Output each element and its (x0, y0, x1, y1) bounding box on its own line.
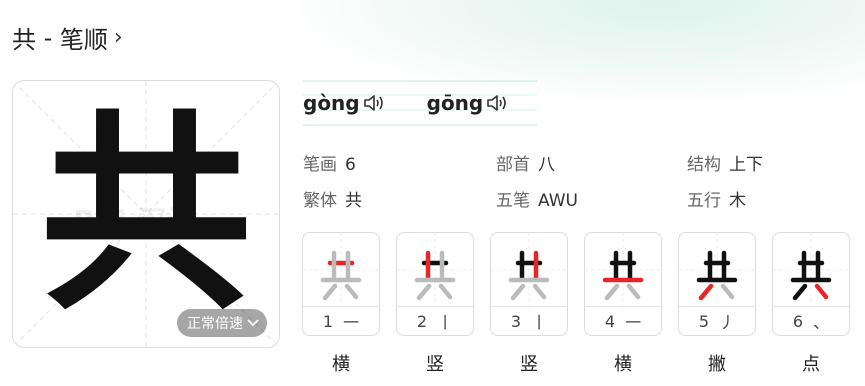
stroke-step: 4一横 (584, 232, 662, 376)
info-value: 八 (538, 155, 555, 175)
stroke-grid (585, 233, 661, 307)
stroke-symbol: 、 (813, 313, 830, 332)
stroke-card[interactable]: 6、 (772, 232, 850, 336)
stroke-name: 竖 (426, 354, 444, 375)
large-character: 共 (40, 89, 252, 338)
info-strokes: 笔画 6 (303, 150, 356, 175)
stroke-card[interactable]: 3丨 (490, 232, 568, 336)
stroke-number: 4 (604, 311, 616, 331)
info-structure: 结构 上下 (687, 150, 763, 175)
stroke-step: 5丿撇 (678, 232, 756, 376)
stroke-number: 3 (510, 311, 522, 331)
info-radical: 部首八 (496, 150, 555, 175)
stroke-card-footer: 1一 (303, 306, 379, 335)
stroke-number: 5 (698, 311, 710, 331)
stroke-card-footer: 6、 (773, 306, 849, 335)
info-value: 木 (729, 191, 746, 211)
info-label: 结构 (687, 155, 721, 175)
pinyin-item[interactable]: gòng (303, 91, 387, 115)
stroke-animation-box[interactable]: Bai 汉语 共 正常倍速 (12, 80, 280, 348)
playback-speed-button[interactable]: 正常倍速 (177, 309, 267, 337)
stroke-step: 3丨竖 (490, 232, 568, 376)
stroke-step: 2丨竖 (396, 232, 474, 376)
pinyin-item[interactable]: gōng (427, 91, 511, 115)
stroke-grid (491, 233, 567, 307)
info-value: 上下 (729, 155, 763, 175)
title-char: 共 (12, 26, 36, 54)
stroke-name: 撇 (708, 354, 726, 375)
chevron-right-icon: › (113, 25, 123, 50)
info-value: 共 (345, 191, 362, 211)
info-wubi: 五笔 AWU (496, 186, 578, 211)
stroke-card-footer: 5丿 (679, 306, 755, 335)
page-title[interactable]: 共 - 笔顺 › (12, 20, 123, 55)
stroke-card[interactable]: 2丨 (396, 232, 474, 336)
stroke-grid (397, 233, 473, 307)
info-label: 五笔 (496, 191, 530, 211)
stroke-card[interactable]: 1一 (302, 232, 380, 336)
stroke-symbol: 丨 (437, 313, 454, 332)
stroke-name: 竖 (520, 354, 538, 375)
stroke-card-footer: 2丨 (397, 306, 473, 335)
speaker-icon[interactable] (363, 93, 387, 113)
speaker-icon[interactable] (486, 93, 510, 113)
info-traditional: 繁体共 (303, 186, 362, 211)
title-text: 笔顺 (59, 26, 108, 54)
stroke-card[interactable]: 5丿 (678, 232, 756, 336)
info-label: 笔画 (303, 155, 337, 175)
stroke-symbol: 丿 (719, 313, 736, 332)
stroke-name: 横 (614, 354, 632, 375)
info-label: 部首 (496, 155, 530, 175)
stroke-card[interactable]: 4一 (584, 232, 662, 336)
stroke-symbol: 一 (625, 313, 642, 332)
stroke-card-footer: 3丨 (491, 306, 567, 335)
pinyin-text: gōng (426, 91, 484, 115)
stroke-step: 6、点 (772, 232, 850, 376)
stroke-symbol: 一 (343, 313, 360, 332)
stroke-order-list: 1 一横 2 丨竖 3 丨竖 4 一横 5 丿撇 6、点 (302, 232, 850, 376)
info-wuxing: 五行木 (687, 186, 746, 211)
stroke-grid (773, 233, 849, 307)
info-value: AWU (538, 191, 578, 211)
pinyin-text: gòng (303, 91, 360, 115)
title-separator: - (36, 23, 60, 52)
stroke-number: 1 (322, 311, 334, 331)
speed-label: 正常倍速 (187, 316, 243, 332)
stroke-number: 6 (792, 311, 804, 331)
info-label: 五行 (687, 191, 721, 211)
stroke-step: 1一横 (302, 232, 380, 376)
pinyin-list: gòng gōng (303, 80, 510, 126)
stroke-card-footer: 4一 (585, 306, 661, 335)
stroke-name: 横 (332, 354, 350, 375)
stroke-grid (679, 233, 755, 307)
info-label: 繁体 (303, 191, 337, 211)
stroke-grid (303, 233, 379, 307)
stroke-name: 点 (802, 354, 820, 375)
stroke-symbol: 丨 (531, 313, 548, 332)
stroke-number: 2 (416, 311, 428, 331)
chevron-down-icon (247, 319, 259, 327)
info-value: 6 (345, 155, 356, 175)
